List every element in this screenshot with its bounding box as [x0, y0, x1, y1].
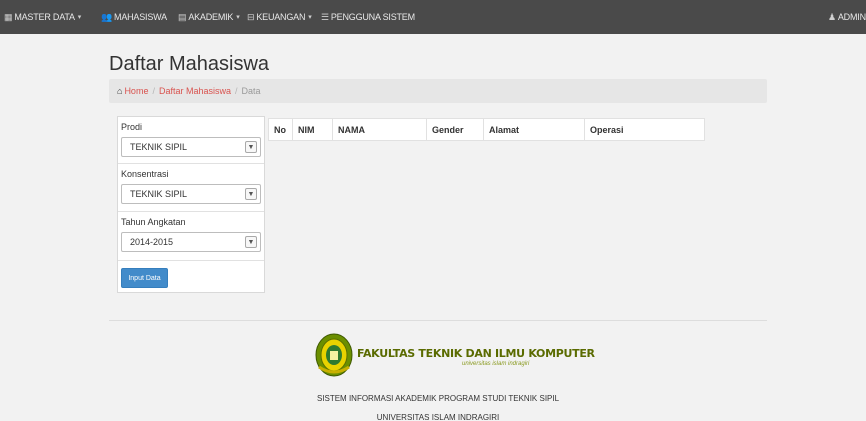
tahun-angkatan-select-value: 2014-2015 [130, 237, 174, 247]
column-nim: NIM [292, 118, 333, 141]
money-icon: ⊟ [247, 11, 255, 22]
prodi-select-value: TEKNIK SIPIL [130, 142, 188, 152]
prodi-label: Prodi [121, 122, 143, 132]
users-icon: 👥 [101, 11, 113, 22]
nav-pengguna-sistem-label: PENGGUNA SISTEM [330, 12, 415, 22]
table-header-row: No NIM NAMA Gender Alamat Operasi [268, 118, 705, 141]
nav-mahasiswa[interactable]: 👥 MAHASISWA [101, 0, 167, 34]
column-gender: Gender [426, 118, 484, 141]
nav-user-admin[interactable]: ♟ ADMIN [828, 0, 866, 34]
konsentrasi-select-value: TEKNIK SIPIL [130, 189, 188, 199]
nav-pengguna-sistem[interactable]: ☰ PENGGUNA SISTEM [321, 0, 415, 34]
column-operasi: Operasi [584, 118, 705, 141]
column-no: No [268, 118, 293, 141]
input-data-button[interactable]: Input Data [121, 268, 168, 288]
chevron-down-icon: ▼ [245, 236, 257, 248]
nav-akademik[interactable]: ▤ AKADEMIK ▾ [178, 0, 240, 34]
faculty-logo-text: FAKULTAS TEKNIK DAN ILMU KOMPUTER [357, 347, 595, 360]
top-navbar: ▦ MASTER DATA ▾ 👥 MAHASISWA ▤ AKADEMIK ▾… [0, 0, 866, 34]
filter-group-konsentrasi: Konsentrasi TEKNIK SIPIL ▼ [118, 164, 264, 212]
mahasiswa-table: No NIM NAMA Gender Alamat Operasi [268, 118, 705, 141]
footer-university-name: UNIVERSITAS ISLAM INDRAGIRI [376, 413, 500, 421]
breadcrumb-separator: / [235, 86, 238, 96]
breadcrumb-home[interactable]: Home [124, 86, 148, 96]
caret-down-icon: ▾ [236, 14, 240, 21]
nav-master-data[interactable]: ▦ MASTER DATA ▾ [4, 0, 81, 34]
prodi-select[interactable]: TEKNIK SIPIL ▼ [121, 137, 261, 157]
chevron-down-icon: ▼ [245, 141, 257, 153]
caret-down-icon: ▾ [308, 14, 312, 21]
tahun-angkatan-select[interactable]: 2014-2015 ▼ [121, 232, 261, 252]
nav-master-data-label: MASTER DATA [14, 12, 75, 22]
konsentrasi-label: Konsentrasi [121, 169, 169, 179]
caret-down-icon: ▾ [77, 14, 82, 21]
nav-akademik-label: AKADEMIK [188, 12, 234, 22]
filter-group-tahun-angkatan: Tahun Angkatan 2014-2015 ▼ [118, 212, 264, 261]
nav-mahasiswa-label: MAHASISWA [114, 12, 167, 22]
tahun-angkatan-label: Tahun Angkatan [121, 217, 186, 227]
breadcrumb-current: Data [241, 86, 261, 96]
breadcrumb: ⌂ Home / Daftar Mahasiswa / Data [109, 79, 767, 103]
chevron-down-icon: ▼ [245, 188, 257, 200]
filter-panel: Prodi TEKNIK SIPIL ▼ Konsentrasi TEKNIK … [117, 116, 265, 293]
page-title: Daftar Mahasiswa [109, 53, 270, 75]
footer-system-name: SISTEM INFORMASI AKADEMIK PROGRAM STUDI … [316, 394, 560, 403]
konsentrasi-select[interactable]: TEKNIK SIPIL ▼ [121, 184, 261, 204]
main-content: Daftar Mahasiswa ⌂ Home / Daftar Mahasis… [0, 34, 866, 421]
nav-keuangan[interactable]: ⊟ KEUANGAN ▾ [247, 0, 312, 34]
column-alamat: Alamat [483, 118, 585, 141]
book-icon: ▤ [178, 11, 187, 22]
breadcrumb-daftar-mahasiswa[interactable]: Daftar Mahasiswa [159, 86, 231, 96]
breadcrumb-separator: / [152, 86, 155, 96]
university-seal-logo [315, 333, 353, 377]
filter-group-prodi: Prodi TEKNIK SIPIL ▼ [118, 117, 264, 164]
footer: FAKULTAS TEKNIK DAN ILMU KOMPUTER univer… [109, 320, 767, 421]
faculty-logo-subtext: universitas islam indragiri [462, 361, 530, 367]
table-icon: ▦ [4, 11, 13, 22]
list-icon: ☰ [321, 11, 329, 22]
user-icon: ♟ [828, 11, 836, 22]
nav-keuangan-label: KEUANGAN [256, 12, 306, 22]
nav-user-label: ADMIN [837, 12, 866, 22]
home-icon: ⌂ [117, 86, 123, 96]
column-nama: NAMA [332, 118, 427, 141]
